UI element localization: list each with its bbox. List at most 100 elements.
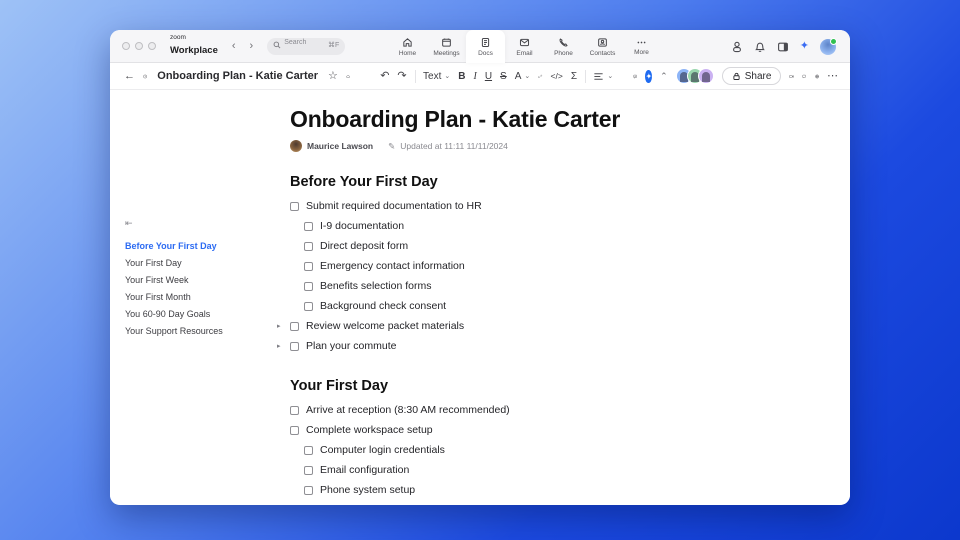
- favorite-star-icon[interactable]: ☆: [328, 70, 338, 82]
- text-color-select[interactable]: A ⌄: [515, 71, 531, 82]
- search-input[interactable]: Search ⌘F: [267, 37, 346, 55]
- content-area: ⇤ Before Your First Day Your First Day You…: [110, 90, 850, 505]
- tab-label: Phone: [554, 49, 573, 57]
- outline-item[interactable]: Your First Week: [125, 271, 285, 288]
- checklist-item-text[interactable]: Submit required documentation to HR: [306, 200, 482, 212]
- user-avatar[interactable]: [820, 37, 837, 55]
- nav-forward-button[interactable]: ›: [250, 40, 254, 52]
- app-window: zoom Workplace ‹ › Search ⌘F Home Meeting…: [110, 30, 850, 505]
- checklist-row: Email configuration: [304, 460, 690, 480]
- bold-button[interactable]: B: [458, 71, 465, 82]
- checkbox[interactable]: [290, 321, 299, 331]
- checklist-item-text[interactable]: Complete workspace setup: [306, 424, 433, 436]
- checkbox[interactable]: [304, 261, 313, 271]
- checkbox[interactable]: [304, 241, 313, 251]
- redo-button[interactable]: ↷: [397, 70, 406, 82]
- checklist-item-text[interactable]: Review welcome packet materials: [306, 320, 464, 332]
- window-controls[interactable]: [122, 42, 156, 50]
- checklist-row: Benefits selection forms: [304, 276, 690, 296]
- tab-email[interactable]: Email: [505, 30, 544, 63]
- bell-icon[interactable]: [754, 41, 766, 53]
- text-style-select[interactable]: Text ⌄: [423, 71, 450, 82]
- checklist-item-text[interactable]: Email configuration: [320, 464, 409, 476]
- outline-item[interactable]: You 60-90 Day Goals: [125, 305, 285, 322]
- checkbox[interactable]: [304, 221, 313, 231]
- checklist-row: Phone system setup: [304, 480, 690, 500]
- expand-triangle-icon[interactable]: ▸: [277, 342, 281, 350]
- tab-phone[interactable]: Phone: [544, 30, 583, 63]
- tab-label: Contacts: [589, 49, 616, 57]
- outline-sidebar: ⇤ Before Your First Day Your First Day You…: [125, 218, 285, 339]
- tab-meetings[interactable]: Meetings: [427, 30, 466, 63]
- collaborator-avatar[interactable]: [697, 68, 714, 84]
- expand-triangle-icon[interactable]: ▸: [277, 322, 281, 330]
- undo-button[interactable]: ↶: [380, 70, 389, 82]
- underline-button[interactable]: U: [485, 71, 492, 82]
- video-icon[interactable]: [789, 71, 795, 82]
- mail-icon: [519, 37, 530, 48]
- checklist-item-text[interactable]: Background check consent: [320, 300, 446, 312]
- checklist-item-text[interactable]: Printer access: [320, 504, 387, 505]
- tab-contacts[interactable]: Contacts: [583, 30, 622, 63]
- list-align-select[interactable]: ⌄: [593, 71, 613, 82]
- checkbox[interactable]: [290, 405, 299, 415]
- tab-label: Docs: [478, 49, 493, 57]
- outline-item[interactable]: Your Support Resources: [125, 322, 285, 339]
- checklist-item-text[interactable]: Arrive at reception (8:30 AM recommended…: [306, 404, 510, 416]
- checklist-row: Background check consent: [304, 296, 690, 316]
- chat-icon[interactable]: [802, 71, 807, 82]
- globe-icon[interactable]: [815, 71, 819, 82]
- back-button[interactable]: ←: [124, 70, 135, 82]
- collapse-outline-icon[interactable]: ⇤: [125, 218, 285, 229]
- italic-button[interactable]: I: [473, 71, 476, 82]
- checklist-item-text[interactable]: I-9 documentation: [320, 220, 404, 232]
- checkbox[interactable]: [304, 465, 313, 475]
- close-window-button[interactable]: [122, 42, 130, 50]
- checklist-item-text[interactable]: Direct deposit form: [320, 240, 408, 252]
- maximize-window-button[interactable]: [148, 42, 156, 50]
- phone-icon: [558, 37, 569, 48]
- checkbox[interactable]: [290, 341, 299, 351]
- checklist-item-text[interactable]: Plan your commute: [306, 340, 396, 352]
- status-icon[interactable]: [731, 41, 743, 53]
- calendar-icon: [441, 37, 452, 48]
- comment-icon[interactable]: [633, 71, 638, 82]
- outline-item[interactable]: Your First Day: [125, 254, 285, 271]
- ai-companion-button[interactable]: ✦: [645, 69, 653, 83]
- minimize-window-button[interactable]: [135, 42, 143, 50]
- checkbox[interactable]: [290, 201, 299, 211]
- tab-docs[interactable]: Docs: [466, 30, 505, 63]
- nav-back-button[interactable]: ‹: [232, 40, 236, 52]
- align-icon: [593, 71, 604, 82]
- equation-button[interactable]: Σ: [571, 71, 577, 82]
- search-icon: [273, 41, 281, 49]
- share-button[interactable]: Share: [721, 67, 782, 85]
- outline-item[interactable]: Your First Month: [125, 288, 285, 305]
- collapse-toolbar-button[interactable]: ⌃: [660, 71, 668, 81]
- checklist-item-text[interactable]: Computer login credentials: [320, 444, 445, 456]
- checklist-item-text[interactable]: Benefits selection forms: [320, 280, 431, 292]
- link-icon[interactable]: [538, 71, 543, 82]
- checklist-item-text[interactable]: Emergency contact information: [320, 260, 465, 272]
- tab-home[interactable]: Home: [388, 30, 427, 63]
- checklist-row: Complete workspace setup: [290, 420, 690, 440]
- recent-docs-icon[interactable]: [143, 71, 147, 82]
- checkbox[interactable]: [304, 445, 313, 455]
- checklist-row: ▸ Plan your commute: [277, 336, 690, 356]
- checkbox[interactable]: [304, 301, 313, 311]
- collaborator-avatars: [675, 68, 714, 84]
- checkbox[interactable]: [304, 485, 313, 495]
- outline-item[interactable]: Before Your First Day: [125, 237, 285, 254]
- search-shortcut: ⌘F: [327, 41, 340, 49]
- code-button[interactable]: </>: [551, 71, 563, 81]
- checkbox[interactable]: [290, 425, 299, 435]
- panel-toggle-icon[interactable]: [777, 41, 789, 53]
- checkbox[interactable]: [304, 281, 313, 291]
- tab-more[interactable]: More: [622, 30, 661, 63]
- strikethrough-button[interactable]: S: [500, 71, 507, 82]
- more-options-button[interactable]: ⋯: [827, 70, 838, 82]
- checklist-item-text[interactable]: Phone system setup: [320, 484, 415, 496]
- document-body[interactable]: Onboarding Plan - Katie Carter Maurice L…: [277, 90, 690, 505]
- checklist-row: Direct deposit form: [304, 236, 690, 256]
- ai-sparkle-icon[interactable]: ✦: [800, 41, 809, 52]
